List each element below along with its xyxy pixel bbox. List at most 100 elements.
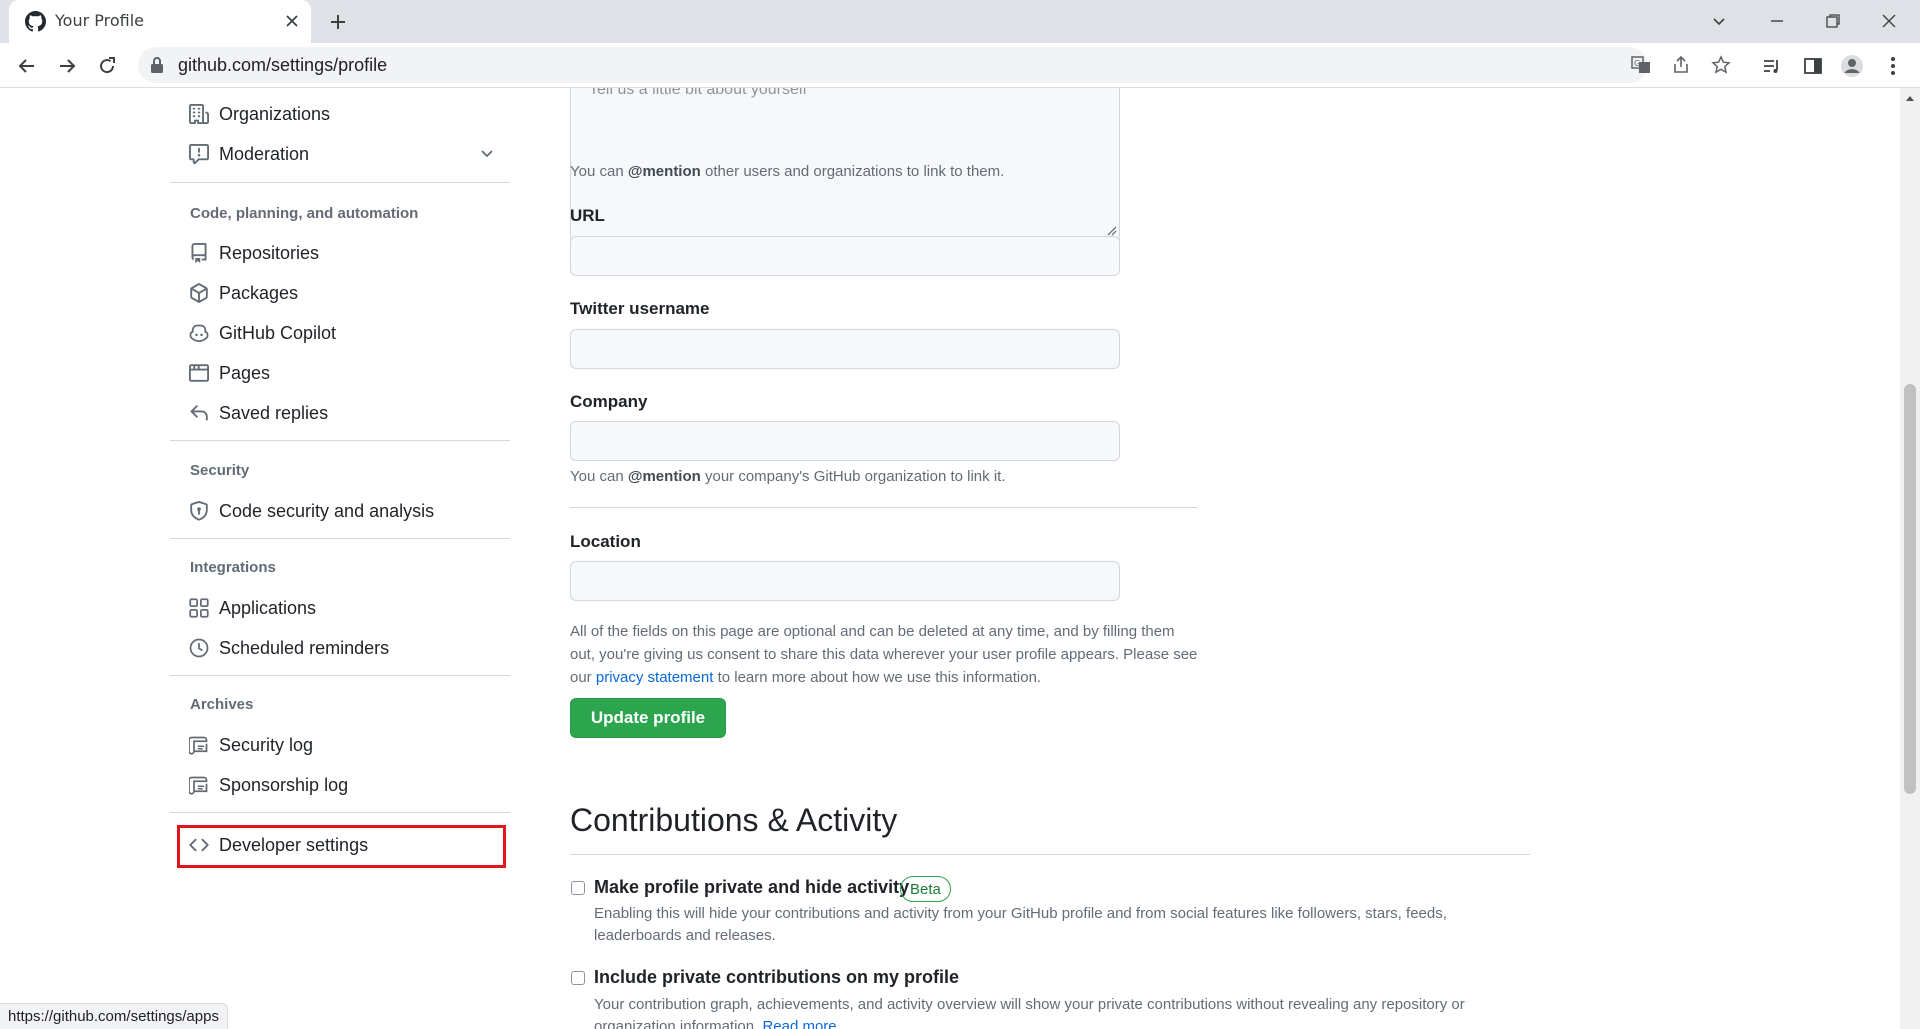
address-bar[interactable]: github.com/settings/profile G	[138, 47, 1731, 83]
tab-title: Your Profile	[55, 11, 144, 30]
scrollbar-thumb[interactable]	[1904, 384, 1916, 794]
sidebar-item-label: Applications	[219, 597, 317, 618]
url-text[interactable]: github.com/settings/profile	[178, 55, 387, 76]
sidebar-item-scheduled-reminders[interactable]: Scheduled reminders	[170, 630, 510, 666]
reload-icon[interactable]	[92, 51, 122, 81]
sidebar-item-label: Code security and analysis	[219, 500, 435, 521]
tab-strip: Your Profile	[0, 0, 1920, 43]
package-icon	[188, 282, 210, 304]
clock-icon	[188, 637, 210, 659]
sidebar-item-packages[interactable]: Packages	[170, 275, 510, 311]
sidebar-item-label: Security log	[219, 734, 314, 755]
location-label: Location	[570, 532, 641, 551]
beta-badge: Beta	[900, 876, 951, 902]
private-profile-desc: Enabling this will hide your contributio…	[594, 905, 1447, 944]
shield-icon	[188, 500, 210, 522]
sidebar-heading-security: Security	[190, 462, 250, 479]
location-input[interactable]	[570, 561, 1120, 601]
scroll-up-icon[interactable]	[1900, 88, 1920, 108]
forward-icon[interactable]	[52, 51, 82, 81]
sidebar-item-saved-replies[interactable]: Saved replies	[170, 395, 510, 431]
translate-icon[interactable]: G	[1628, 52, 1654, 78]
sidebar-item-sponsorship-log[interactable]: Sponsorship log	[170, 767, 510, 803]
menu-kebab-icon[interactable]	[1878, 51, 1908, 81]
log-icon	[188, 734, 210, 756]
privacy-disclaimer: All of the fields on this page are optio…	[570, 623, 1198, 686]
include-private-desc: Your contribution graph, achievements, a…	[594, 994, 1494, 1029]
sidebar-item-pages[interactable]: Pages	[170, 355, 510, 391]
repo-icon	[188, 242, 210, 264]
sidebar-item-label: GitHub Copilot	[219, 322, 337, 343]
sidebar-heading-archives: Archives	[190, 696, 254, 713]
github-icon	[25, 11, 46, 32]
sidebar-item-organizations[interactable]: Organizations	[170, 96, 510, 132]
chevron-down-icon[interactable]	[478, 144, 496, 167]
sidebar-item-copilot[interactable]: GitHub Copilot	[170, 315, 510, 351]
form-divider	[570, 507, 1197, 508]
profile-avatar-icon[interactable]	[1837, 51, 1867, 81]
organization-icon	[188, 103, 210, 125]
sidebar-divider	[170, 440, 510, 441]
url-label: URL	[570, 206, 605, 225]
highlight-box	[177, 825, 506, 868]
close-tab-icon[interactable]	[281, 10, 303, 32]
report-icon	[188, 143, 210, 165]
copilot-icon	[188, 322, 210, 344]
reply-icon	[188, 402, 210, 424]
include-private-checkbox[interactable]	[571, 971, 585, 985]
sidebar-divider	[170, 675, 510, 676]
apps-icon	[188, 597, 210, 619]
url-input[interactable]	[570, 236, 1120, 276]
sidebar-item-label: Pages	[219, 362, 271, 383]
privacy-statement-link[interactable]: privacy statement	[596, 669, 714, 686]
bio-placeholder: Tell us a little bit about yourself	[589, 88, 807, 98]
sidebar-item-code-security[interactable]: Code security and analysis	[170, 493, 510, 529]
sidebar-item-security-log[interactable]: Security log	[170, 727, 510, 763]
sidebar-divider	[170, 182, 510, 183]
browser-tab[interactable]: Your Profile	[9, 0, 311, 43]
svg-text:G: G	[1634, 59, 1640, 68]
lock-icon[interactable]	[150, 56, 164, 79]
private-profile-label[interactable]: Make profile private and hide activity	[594, 877, 909, 898]
sidebar-divider	[170, 538, 510, 539]
twitter-label: Twitter username	[570, 299, 710, 318]
private-profile-checkbox[interactable]	[571, 881, 585, 895]
tab-search-icon[interactable]	[1704, 6, 1734, 36]
contributions-title: Contributions & Activity	[570, 802, 898, 838]
update-profile-button[interactable]: Update profile	[570, 698, 726, 738]
sidebar-item-applications[interactable]: Applications	[170, 590, 510, 626]
include-private-label[interactable]: Include private contributions on my prof…	[594, 967, 959, 988]
sidebar-divider	[170, 812, 510, 813]
sidebar-heading-integrations: Integrations	[190, 559, 276, 576]
sidebar-item-moderation[interactable]: Moderation	[170, 136, 510, 172]
sidebar-item-repositories[interactable]: Repositories	[170, 235, 510, 271]
section-divider	[570, 854, 1530, 855]
status-url-bubble: https://github.com/settings/apps	[0, 1003, 228, 1029]
sidebar-item-label: Organizations	[219, 103, 331, 124]
company-note: You can @mention your company's GitHub o…	[570, 468, 1006, 485]
sidebar-item-label: Sponsorship log	[219, 774, 349, 795]
reading-list-icon[interactable]	[1757, 51, 1787, 81]
read-more-link[interactable]: Read more	[762, 1018, 836, 1029]
sidebar-item-label: Moderation	[219, 143, 310, 164]
browser-toolbar: github.com/settings/profile G	[0, 43, 1920, 88]
side-panel-icon[interactable]	[1798, 51, 1828, 81]
twitter-input[interactable]	[570, 329, 1120, 369]
log-icon	[188, 774, 210, 796]
sidebar-heading-code: Code, planning, and automation	[190, 205, 419, 222]
bio-note: You can @mention other users and organiz…	[570, 163, 1005, 180]
page-content: Organizations Moderation Code, planning,…	[0, 88, 1900, 1029]
sidebar-item-label: Repositories	[219, 242, 320, 263]
back-icon[interactable]	[12, 51, 42, 81]
share-icon[interactable]	[1668, 52, 1694, 78]
bookmark-star-icon[interactable]	[1708, 52, 1734, 78]
vertical-scrollbar[interactable]	[1900, 88, 1920, 1029]
new-tab-icon[interactable]	[325, 9, 351, 35]
close-window-icon[interactable]	[1874, 6, 1904, 36]
company-input[interactable]	[570, 421, 1120, 461]
restore-icon[interactable]	[1818, 6, 1848, 36]
sidebar-item-label: Scheduled reminders	[219, 637, 390, 658]
browser-icon	[188, 362, 210, 384]
company-label: Company	[570, 392, 648, 411]
minimize-icon[interactable]	[1762, 6, 1792, 36]
